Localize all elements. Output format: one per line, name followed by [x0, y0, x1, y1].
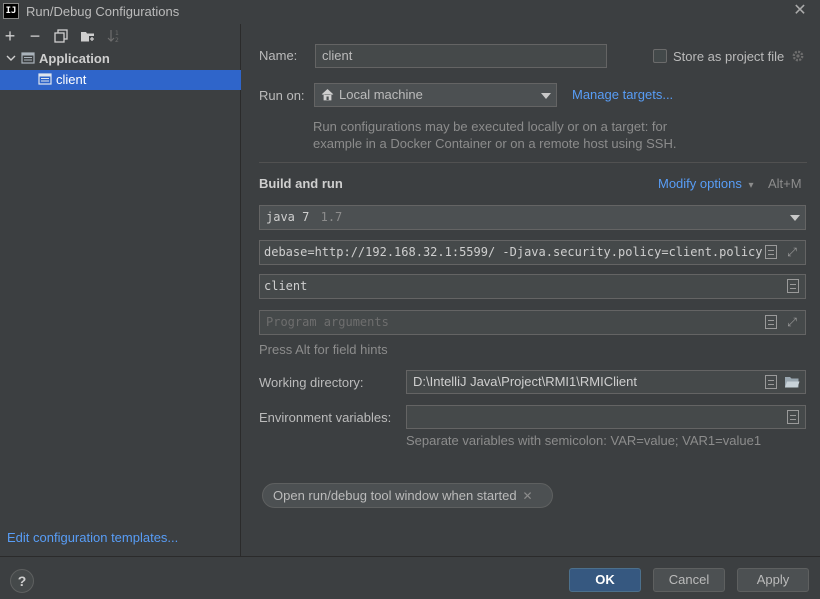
vm-options-field[interactable]: debase=http://192.168.32.1:5599/ -Djava.… — [259, 240, 806, 265]
cancel-button[interactable]: Cancel — [653, 568, 725, 592]
copy-icon[interactable] — [53, 27, 69, 45]
main-class-field[interactable]: client — [259, 274, 806, 299]
sort-icon[interactable]: 12 — [106, 27, 122, 45]
run-on-dropdown[interactable]: Local machine — [314, 83, 557, 107]
chevron-down-icon — [541, 93, 551, 99]
chevron-down-icon[interactable] — [6, 51, 16, 68]
modify-options-label: Modify options — [658, 176, 742, 191]
name-field[interactable]: client — [315, 44, 607, 68]
program-arguments-placeholder: Program arguments — [266, 315, 389, 329]
document-icon[interactable] — [765, 245, 777, 259]
working-directory-label: Working directory: — [259, 375, 364, 390]
svg-text:2: 2 — [115, 37, 119, 43]
add-icon[interactable]: + — [2, 27, 18, 45]
home-icon — [321, 88, 334, 104]
name-label: Name: — [259, 48, 298, 63]
run-on-hint-line-2: example in a Docker Container or on a re… — [313, 136, 677, 151]
jre-version: 1.7 — [320, 210, 343, 224]
jre-dropdown[interactable]: java 7 1.7 — [259, 205, 806, 230]
footer-divider — [0, 556, 820, 557]
run-on-hint-line-1: Run configurations may be executed local… — [313, 119, 668, 134]
environment-variables-field[interactable] — [406, 405, 806, 429]
vm-options-value: debase=http://192.168.32.1:5599/ -Djava.… — [264, 245, 763, 259]
close-icon[interactable]: ✕ — [792, 1, 808, 21]
intellij-app-icon: IJ — [3, 3, 19, 19]
environment-variables-hint: Separate variables with semicolon: VAR=v… — [406, 433, 762, 448]
working-directory-field[interactable]: D:\IntelliJ Java\Project\RMI1\RMIClient — [406, 370, 806, 394]
chevron-down-icon — [790, 215, 800, 221]
chip-label: Open run/debug tool window when started — [273, 488, 517, 503]
help-button[interactable]: ? — [10, 569, 34, 593]
tree-item-label: client — [56, 72, 87, 87]
ok-button[interactable]: OK — [569, 568, 641, 592]
document-icon[interactable] — [787, 410, 799, 424]
document-icon[interactable] — [765, 315, 777, 329]
tree-group-application[interactable]: Application — [0, 50, 241, 69]
section-title: Build and run — [259, 176, 343, 191]
folder-icon[interactable] — [784, 375, 800, 392]
run-on-value: Local machine — [339, 87, 423, 102]
main-class-value: client — [264, 279, 308, 293]
section-divider — [259, 162, 807, 163]
close-icon[interactable]: ✕ — [523, 489, 533, 503]
svg-text:1: 1 — [115, 30, 119, 37]
working-directory-value: D:\IntelliJ Java\Project\RMI1\RMIClient — [413, 374, 637, 389]
new-folder-icon[interactable] — [80, 27, 96, 45]
run-on-label: Run on: — [259, 88, 305, 103]
configurations-sidebar — [0, 24, 241, 556]
field-hints-text: Press Alt for field hints — [259, 342, 388, 357]
expand-icon[interactable]: ⤢ — [785, 245, 799, 259]
application-config-icon — [38, 72, 52, 89]
open-tool-window-option-chip[interactable]: Open run/debug tool window when started ✕ — [262, 483, 553, 508]
expand-icon[interactable]: ⤢ — [785, 315, 799, 329]
modify-options-link[interactable]: Modify options ▾ — [658, 176, 753, 191]
program-arguments-field[interactable]: Program arguments — [259, 310, 806, 335]
modify-options-shortcut: Alt+M — [768, 176, 802, 191]
jre-value: java 7 — [266, 210, 310, 224]
remove-icon[interactable]: − — [27, 27, 43, 45]
application-icon — [21, 51, 35, 68]
edit-configuration-templates-link[interactable]: Edit configuration templates... — [7, 530, 178, 545]
store-as-project-file-checkbox[interactable] — [653, 49, 667, 63]
tree-item-client[interactable]: client — [0, 70, 241, 90]
environment-variables-label: Environment variables: — [259, 410, 392, 425]
window-title: Run/Debug Configurations — [26, 4, 180, 19]
tree-group-label: Application — [39, 51, 110, 66]
apply-button[interactable]: Apply — [737, 568, 809, 592]
gear-icon[interactable] — [791, 49, 805, 66]
manage-targets-link[interactable]: Manage targets... — [572, 87, 673, 102]
chevron-down-icon: ▾ — [748, 180, 754, 191]
document-icon[interactable] — [787, 279, 799, 293]
document-icon[interactable] — [765, 375, 777, 389]
store-as-project-file-label: Store as project file — [673, 49, 785, 64]
